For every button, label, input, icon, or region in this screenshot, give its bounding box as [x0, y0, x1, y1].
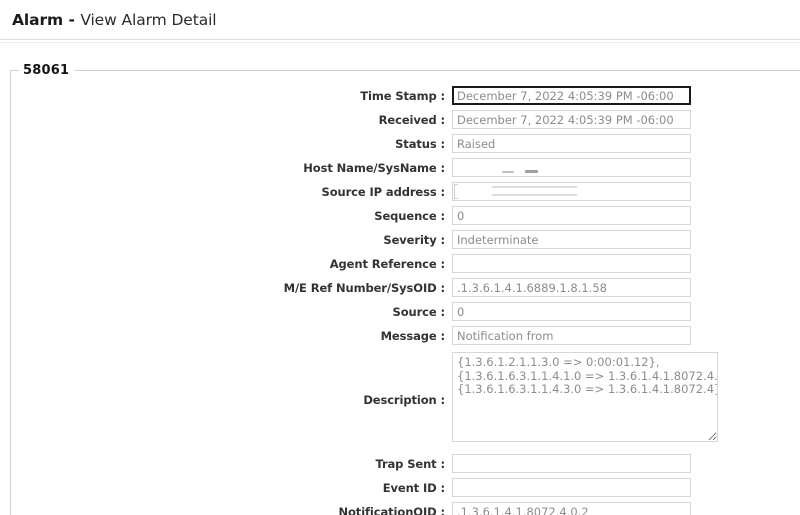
input-sequence[interactable] — [452, 206, 691, 225]
input-message[interactable] — [452, 326, 691, 345]
alarm-detail-page: Alarm - View Alarm Detail 58061 Time Sta… — [0, 0, 800, 515]
control-trap-sent — [452, 454, 691, 473]
field-row-me-ref-number: M/E Ref Number/SysOID : — [11, 278, 800, 302]
field-row-sequence: Sequence : — [11, 206, 800, 230]
header-divider — [0, 39, 800, 43]
field-row-received: Received : — [11, 110, 800, 134]
alarm-detail-fieldset: 58061 Time Stamp : Received : Status : — [10, 63, 800, 515]
input-host-name[interactable] — [452, 158, 691, 177]
field-row-event-id: Event ID : — [11, 478, 800, 502]
input-source-ip[interactable] — [452, 182, 691, 201]
control-event-id — [452, 478, 691, 497]
label-message: Message : — [380, 329, 446, 343]
control-time-stamp — [452, 86, 691, 105]
control-severity — [452, 230, 691, 249]
control-source — [452, 302, 691, 321]
field-row-notification-oid: NotificationOID : — [11, 502, 800, 515]
input-severity[interactable] — [452, 230, 691, 249]
label-time-stamp: Time Stamp : — [360, 89, 445, 103]
label-source: Source : — [392, 305, 446, 319]
label-host-name: Host Name/SysName : — [303, 161, 445, 175]
page-title-app: Alarm — [12, 11, 64, 29]
input-me-ref-number[interactable] — [452, 278, 691, 297]
label-agent-reference: Agent Reference : — [329, 257, 445, 271]
input-source[interactable] — [452, 302, 691, 321]
field-row-status: Status : — [11, 134, 800, 158]
label-received: Received : — [378, 113, 445, 127]
textarea-description[interactable]: {1.3.6.1.2.1.1.3.0 => 0:00:01.12}, {1.3.… — [452, 352, 718, 442]
field-row-severity: Severity : — [11, 230, 800, 254]
redaction-wrapper-source-ip — [452, 182, 691, 201]
page-title-separator: - — [63, 11, 81, 29]
control-sequence — [452, 206, 691, 225]
field-row-trap-sent: Trap Sent : — [11, 454, 800, 478]
field-row-description: Description : {1.3.6.1.2.1.1.3.0 => 0:00… — [11, 352, 800, 448]
label-source-ip: Source IP address : — [321, 185, 446, 199]
alarm-detail-form: Time Stamp : Received : Status : — [11, 86, 800, 515]
label-event-id: Event ID : — [382, 481, 445, 495]
label-status: Status : — [395, 137, 445, 151]
input-trap-sent[interactable] — [452, 454, 691, 473]
input-agent-reference[interactable] — [452, 254, 691, 273]
control-received — [452, 110, 691, 129]
field-row-agent-reference: Agent Reference : — [11, 254, 800, 278]
control-notification-oid — [452, 502, 691, 515]
label-sequence: Sequence : — [374, 209, 445, 223]
input-time-stamp[interactable] — [452, 86, 691, 105]
page-title: Alarm - View Alarm Detail — [0, 0, 800, 39]
label-severity: Severity : — [383, 233, 445, 247]
control-me-ref-number — [452, 278, 691, 297]
input-status[interactable] — [452, 134, 691, 153]
field-row-host-name: Host Name/SysName : — [11, 158, 800, 182]
page-title-view: View Alarm Detail — [80, 11, 217, 29]
field-row-source-ip: Source IP address : — [11, 182, 800, 206]
field-row-time-stamp: Time Stamp : — [11, 86, 800, 110]
redaction-wrapper-host-name — [452, 158, 691, 177]
control-agent-reference — [452, 254, 691, 273]
control-message — [452, 326, 691, 345]
input-received[interactable] — [452, 110, 691, 129]
input-event-id[interactable] — [452, 478, 691, 497]
label-me-ref-number: M/E Ref Number/SysOID : — [283, 281, 445, 295]
label-trap-sent: Trap Sent : — [375, 457, 445, 471]
field-row-source: Source : — [11, 302, 800, 326]
label-notification-oid: NotificationOID : — [338, 505, 445, 515]
control-description: {1.3.6.1.2.1.1.3.0 => 0:00:01.12}, {1.3.… — [452, 352, 718, 442]
control-status — [452, 134, 691, 153]
input-notification-oid[interactable] — [452, 502, 691, 515]
label-description: Description : — [363, 393, 445, 407]
field-row-message: Message : — [11, 326, 800, 350]
control-source-ip — [452, 182, 691, 201]
alarm-id-legend: 58061 — [23, 63, 70, 78]
control-host-name — [452, 158, 691, 177]
